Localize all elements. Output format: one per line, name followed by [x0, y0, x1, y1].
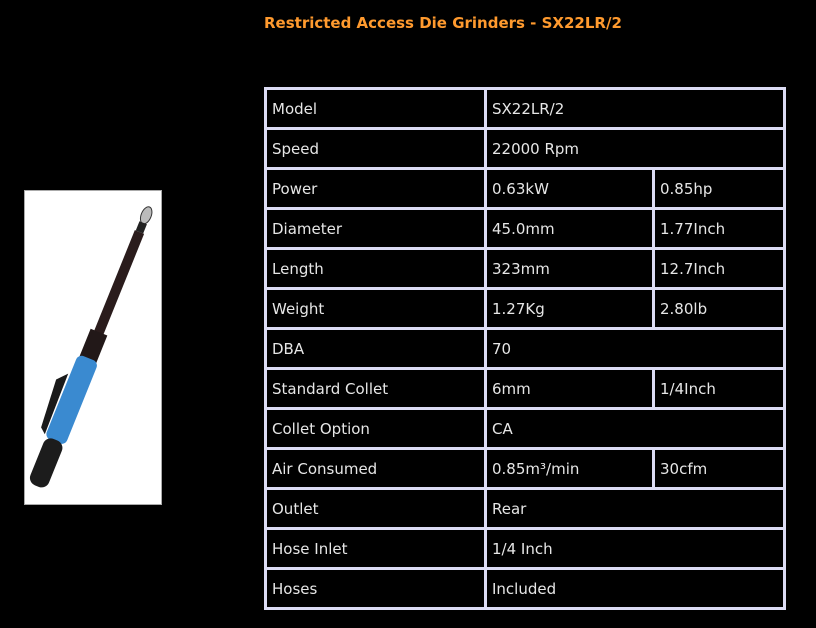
table-row: Length 323mm 12.7Inch	[267, 250, 783, 287]
spec-value-alt: 1/4Inch	[655, 370, 783, 407]
table-row: Hoses Included	[267, 570, 783, 607]
spec-value: 70	[487, 330, 783, 367]
table-row: Power 0.63kW 0.85hp	[267, 170, 783, 207]
spec-value-alt: 1.77Inch	[655, 210, 783, 247]
spec-label: Length	[267, 250, 484, 287]
spec-label: Standard Collet	[267, 370, 484, 407]
spec-value: 45.0mm	[487, 210, 652, 247]
table-row: Speed 22000 Rpm	[267, 130, 783, 167]
spec-value: 0.85m³/min	[487, 450, 652, 487]
table-row: Diameter 45.0mm 1.77Inch	[267, 210, 783, 247]
table-row: Air Consumed 0.85m³/min 30cfm	[267, 450, 783, 487]
spec-label: Weight	[267, 290, 484, 327]
spec-value: 1/4 Inch	[487, 530, 783, 567]
table-row: Hose Inlet 1/4 Inch	[267, 530, 783, 567]
specs-table: Model SX22LR/2 Speed 22000 Rpm Power 0.63kW 0.…	[264, 87, 786, 610]
spec-label: Hose Inlet	[267, 530, 484, 567]
spec-label: Diameter	[267, 210, 484, 247]
spec-value: 6mm	[487, 370, 652, 407]
spec-label: Model	[267, 90, 484, 127]
spec-label: Power	[267, 170, 484, 207]
page-title: Restricted Access Die Grinders - SX22LR/…	[264, 14, 622, 32]
spec-value: 0.63kW	[487, 170, 652, 207]
spec-label: Hoses	[267, 570, 484, 607]
table-row: Collet Option CA	[267, 410, 783, 447]
spec-label: Outlet	[267, 490, 484, 527]
spec-label: Speed	[267, 130, 484, 167]
table-row: Weight 1.27Kg 2.80lb	[267, 290, 783, 327]
spec-value: 323mm	[487, 250, 652, 287]
spec-label: DBA	[267, 330, 484, 367]
spec-value-alt: 30cfm	[655, 450, 783, 487]
table-row: Outlet Rear	[267, 490, 783, 527]
spec-label: Collet Option	[267, 410, 484, 447]
spec-value: CA	[487, 410, 783, 447]
table-row: Standard Collet 6mm 1/4Inch	[267, 370, 783, 407]
spec-value: SX22LR/2	[487, 90, 783, 127]
table-row: DBA 70	[267, 330, 783, 367]
spec-value-alt: 2.80lb	[655, 290, 783, 327]
spec-label: Air Consumed	[267, 450, 484, 487]
spec-value: Included	[487, 570, 783, 607]
spec-value: 1.27Kg	[487, 290, 652, 327]
table-row: Model SX22LR/2	[267, 90, 783, 127]
product-image	[24, 190, 162, 505]
spec-value: Rear	[487, 490, 783, 527]
spec-value-alt: 12.7Inch	[655, 250, 783, 287]
spec-value: 22000 Rpm	[487, 130, 783, 167]
spec-value-alt: 0.85hp	[655, 170, 783, 207]
